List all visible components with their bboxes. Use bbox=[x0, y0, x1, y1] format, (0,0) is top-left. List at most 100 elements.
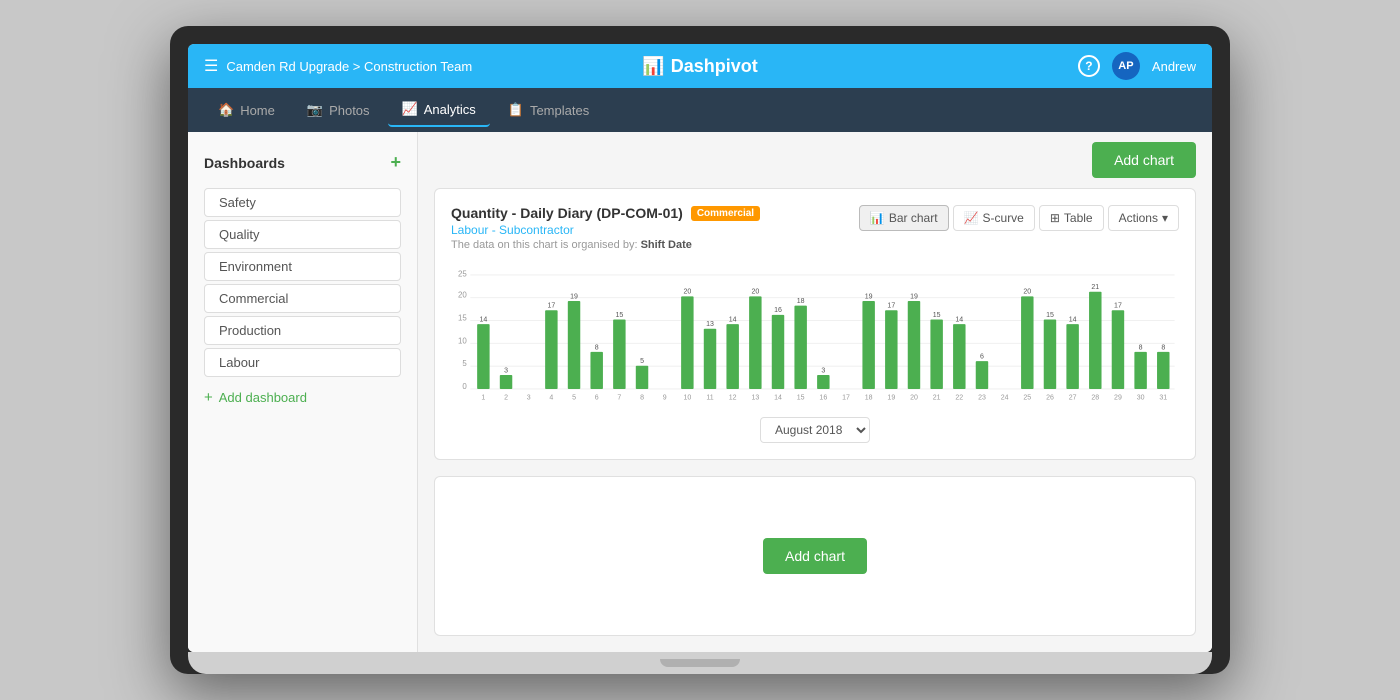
svg-text:30: 30 bbox=[1137, 394, 1145, 401]
sidebar-item-commercial[interactable]: Commercial bbox=[204, 284, 401, 313]
nav-analytics[interactable]: 📈 Analytics bbox=[388, 93, 490, 127]
add-dashboard-plus-icon: + bbox=[204, 389, 213, 406]
svg-text:19: 19 bbox=[570, 293, 578, 300]
svg-text:14: 14 bbox=[479, 316, 487, 323]
sidebar-item-environment[interactable]: Environment bbox=[204, 252, 401, 281]
svg-text:9: 9 bbox=[663, 394, 667, 401]
s-curve-icon: 📈 bbox=[964, 211, 979, 225]
svg-text:17: 17 bbox=[887, 303, 895, 310]
add-chart-top-button[interactable]: Add chart bbox=[1092, 142, 1196, 178]
user-name: Andrew bbox=[1152, 59, 1196, 74]
photos-icon: 📷 bbox=[307, 102, 323, 118]
svg-text:6: 6 bbox=[980, 354, 984, 361]
svg-text:14: 14 bbox=[955, 316, 963, 323]
svg-text:24: 24 bbox=[1001, 394, 1009, 401]
sidebar-item-production[interactable]: Production bbox=[204, 316, 401, 345]
nav-analytics-label: Analytics bbox=[424, 102, 476, 117]
svg-text:19: 19 bbox=[865, 293, 873, 300]
actions-button[interactable]: Actions ▾ bbox=[1108, 205, 1179, 231]
svg-text:11: 11 bbox=[706, 394, 713, 401]
month-selector[interactable]: August 2018 bbox=[760, 417, 870, 443]
svg-text:8: 8 bbox=[640, 394, 644, 401]
secondary-nav: 🏠 Home 📷 Photos 📈 Analytics 📋 Templates bbox=[188, 88, 1212, 132]
svg-text:28: 28 bbox=[1091, 394, 1099, 401]
svg-text:20: 20 bbox=[910, 394, 918, 401]
add-chart-center-button[interactable]: Add chart bbox=[763, 538, 867, 574]
bar-chart-svg: 0 5 10 15 20 25 bbox=[451, 259, 1179, 404]
svg-text:31: 31 bbox=[1159, 394, 1167, 401]
sidebar-title: Dashboards bbox=[204, 155, 285, 171]
breadcrumb: Camden Rd Upgrade > Construction Team bbox=[226, 59, 472, 74]
svg-text:10: 10 bbox=[683, 394, 691, 401]
nav-photos[interactable]: 📷 Photos bbox=[293, 94, 384, 126]
svg-text:15: 15 bbox=[1046, 312, 1054, 319]
table-button[interactable]: ⊞ Table bbox=[1039, 205, 1104, 231]
sidebar-item-labour[interactable]: Labour bbox=[204, 348, 401, 377]
templates-icon: 📋 bbox=[508, 102, 524, 118]
chart-area: Add chart Quantity - Daily Diary (DP-COM… bbox=[418, 132, 1212, 652]
svg-text:20: 20 bbox=[1023, 289, 1031, 296]
help-icon[interactable]: ? bbox=[1078, 55, 1100, 77]
svg-text:3: 3 bbox=[504, 367, 508, 374]
svg-text:18: 18 bbox=[865, 394, 873, 401]
chart1-subtitle: Labour - Subcontractor bbox=[451, 223, 760, 237]
svg-text:19: 19 bbox=[887, 394, 895, 401]
svg-text:27: 27 bbox=[1069, 394, 1077, 401]
home-icon: 🏠 bbox=[218, 102, 234, 118]
nav-home-label: Home bbox=[240, 103, 275, 118]
svg-text:26: 26 bbox=[1046, 394, 1054, 401]
chart-card-2: Add chart bbox=[434, 476, 1196, 636]
svg-text:15: 15 bbox=[615, 312, 623, 319]
s-curve-button[interactable]: 📈 S-curve bbox=[953, 205, 1035, 231]
svg-text:3: 3 bbox=[527, 394, 531, 401]
svg-text:16: 16 bbox=[819, 394, 827, 401]
svg-text:19: 19 bbox=[910, 293, 918, 300]
svg-text:10: 10 bbox=[458, 336, 467, 345]
svg-text:22: 22 bbox=[955, 394, 963, 401]
svg-text:16: 16 bbox=[774, 307, 782, 314]
add-dashboard-button[interactable]: + Add dashboard bbox=[188, 381, 417, 414]
svg-text:15: 15 bbox=[933, 312, 941, 319]
nav-templates[interactable]: 📋 Templates bbox=[494, 94, 603, 126]
nav-home[interactable]: 🏠 Home bbox=[204, 94, 289, 126]
nav-photos-label: Photos bbox=[329, 103, 369, 118]
brand-icon: 📊 bbox=[642, 56, 664, 77]
svg-text:25: 25 bbox=[458, 270, 467, 279]
svg-text:5: 5 bbox=[572, 394, 576, 401]
nav-templates-label: Templates bbox=[530, 103, 589, 118]
bar-chart-container: 0 5 10 15 20 25 bbox=[451, 259, 1179, 409]
svg-text:6: 6 bbox=[595, 394, 599, 401]
add-dashboard-label: Add dashboard bbox=[219, 390, 307, 405]
svg-text:7: 7 bbox=[617, 394, 621, 401]
svg-text:14: 14 bbox=[774, 394, 782, 401]
svg-text:14: 14 bbox=[1069, 316, 1077, 323]
sidebar-item-safety[interactable]: Safety bbox=[204, 188, 401, 217]
avatar: AP bbox=[1112, 52, 1140, 80]
svg-text:5: 5 bbox=[462, 359, 467, 368]
svg-text:25: 25 bbox=[1023, 394, 1031, 401]
chevron-down-icon: ▾ bbox=[1162, 211, 1168, 225]
svg-text:15: 15 bbox=[797, 394, 805, 401]
svg-text:1: 1 bbox=[481, 394, 485, 401]
brand-name: Dashpivot bbox=[671, 56, 758, 77]
svg-text:8: 8 bbox=[1161, 344, 1165, 351]
sidebar-item-quality[interactable]: Quality bbox=[204, 220, 401, 249]
svg-text:17: 17 bbox=[1114, 303, 1122, 310]
bar-chart-icon: 📊 bbox=[870, 211, 885, 225]
sidebar: Dashboards + Safety Quality Environment … bbox=[188, 132, 418, 652]
svg-text:21: 21 bbox=[1091, 284, 1099, 291]
svg-text:20: 20 bbox=[683, 289, 691, 296]
commercial-badge: Commercial bbox=[691, 206, 760, 221]
svg-text:4: 4 bbox=[549, 394, 553, 401]
svg-text:14: 14 bbox=[729, 316, 737, 323]
svg-text:3: 3 bbox=[821, 367, 825, 374]
svg-text:8: 8 bbox=[1139, 344, 1143, 351]
svg-text:17: 17 bbox=[842, 394, 850, 401]
bar-chart-button[interactable]: 📊 Bar chart bbox=[859, 205, 949, 231]
svg-text:20: 20 bbox=[751, 289, 759, 296]
hamburger-icon[interactable]: ☰ bbox=[204, 56, 218, 76]
svg-text:18: 18 bbox=[797, 298, 805, 305]
sidebar-add-button[interactable]: + bbox=[390, 152, 401, 173]
chart1-title: Quantity - Daily Diary (DP-COM-01) bbox=[451, 205, 683, 221]
svg-text:8: 8 bbox=[595, 344, 599, 351]
